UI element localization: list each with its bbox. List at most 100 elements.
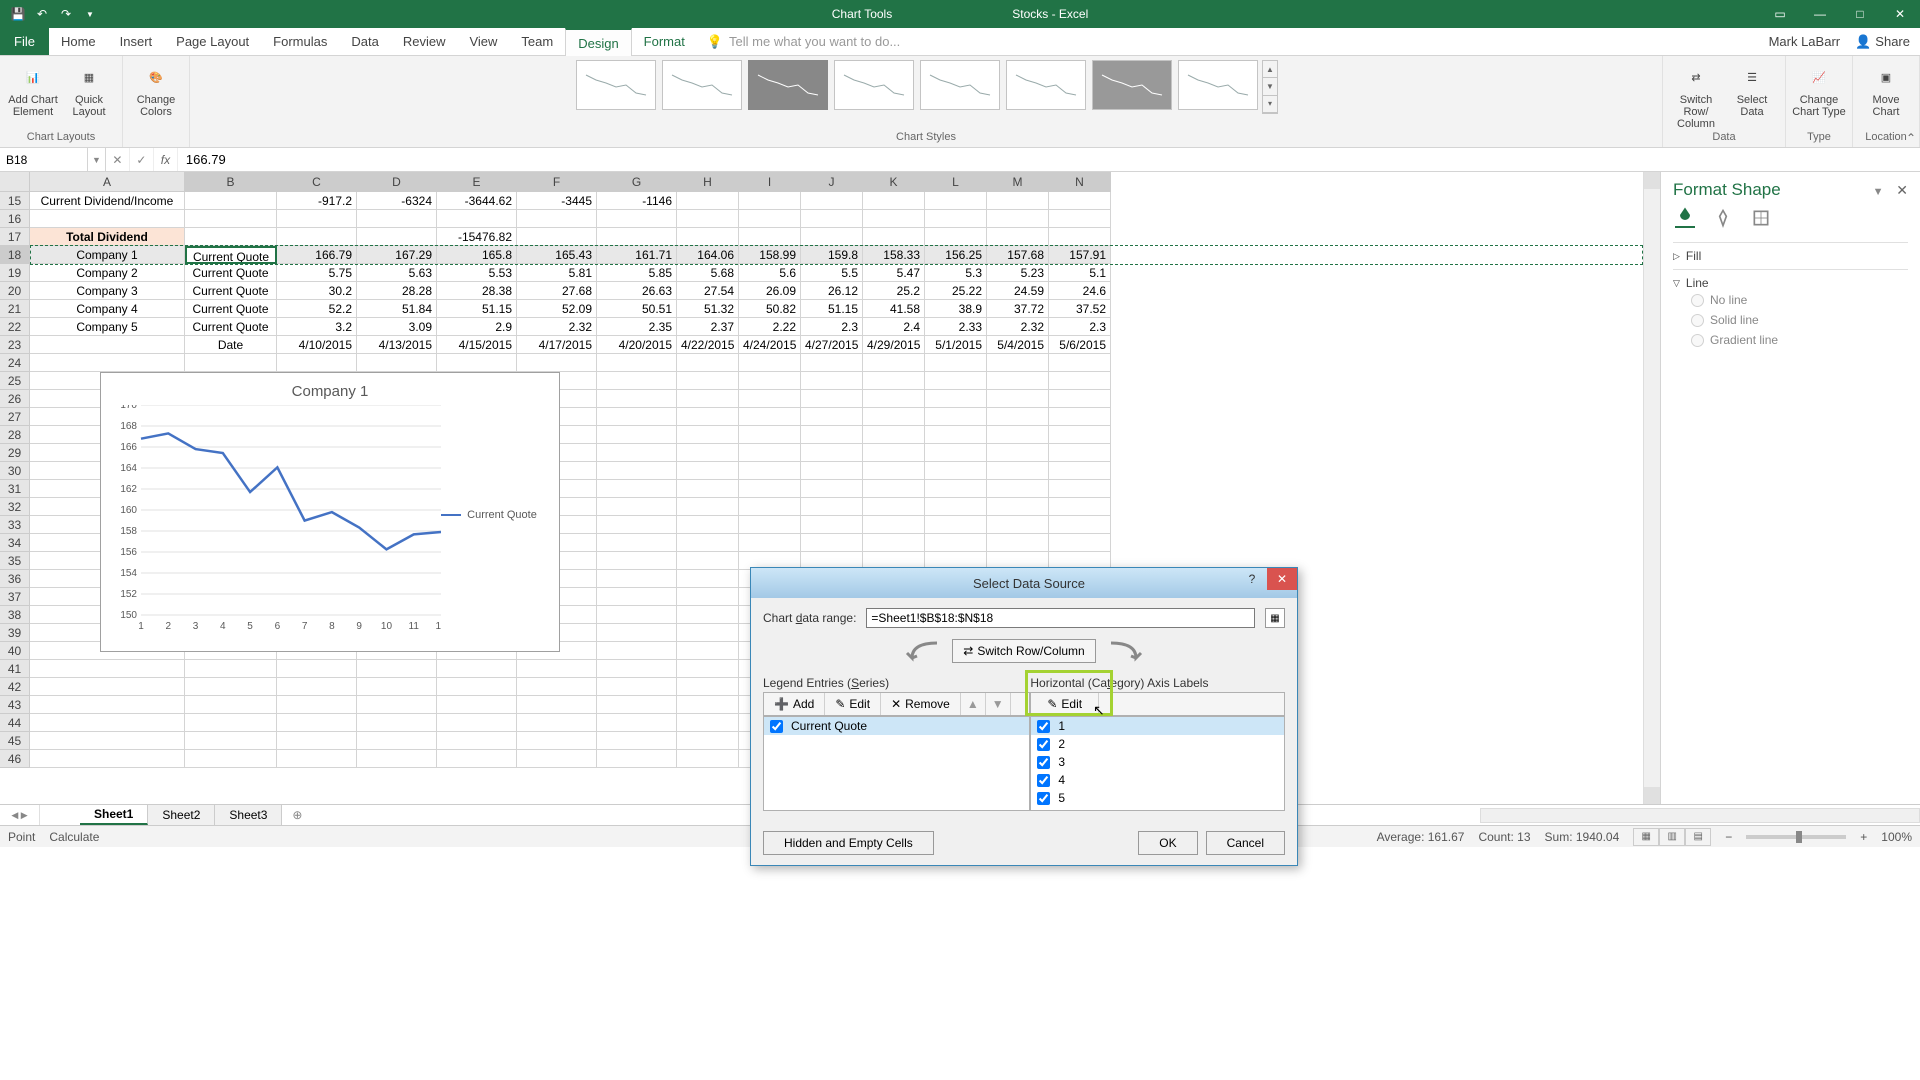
cell[interactable] bbox=[677, 192, 739, 210]
cell[interactable] bbox=[437, 714, 517, 732]
tab-file[interactable]: File bbox=[0, 28, 49, 55]
cell[interactable] bbox=[597, 480, 677, 498]
cell[interactable]: 157.68 bbox=[987, 246, 1049, 264]
cell[interactable]: 157.91 bbox=[1049, 246, 1111, 264]
cell[interactable] bbox=[185, 714, 277, 732]
cell[interactable] bbox=[801, 462, 863, 480]
cell[interactable]: 5/6/2015 bbox=[1049, 336, 1111, 354]
zoom-slider[interactable] bbox=[1746, 835, 1846, 839]
cell[interactable] bbox=[437, 210, 517, 228]
cell[interactable] bbox=[677, 570, 739, 588]
cell[interactable] bbox=[863, 354, 925, 372]
name-box[interactable]: B18 bbox=[0, 148, 88, 171]
cell[interactable]: 37.72 bbox=[987, 300, 1049, 318]
cell[interactable] bbox=[30, 678, 185, 696]
cell[interactable] bbox=[185, 354, 277, 372]
cell[interactable] bbox=[863, 192, 925, 210]
cell[interactable] bbox=[677, 624, 739, 642]
cell[interactable] bbox=[277, 228, 357, 246]
cell[interactable] bbox=[357, 714, 437, 732]
name-box-dropdown-icon[interactable]: ▼ bbox=[88, 148, 106, 171]
cell[interactable] bbox=[863, 426, 925, 444]
cell[interactable]: 164.06 bbox=[677, 246, 739, 264]
cell[interactable] bbox=[185, 750, 277, 768]
cell[interactable]: 4/27/2015 bbox=[801, 336, 863, 354]
cell[interactable] bbox=[185, 678, 277, 696]
cell[interactable] bbox=[185, 732, 277, 750]
cell[interactable] bbox=[597, 570, 677, 588]
cell[interactable]: 5.85 bbox=[597, 264, 677, 282]
hidden-empty-cells-button[interactable]: Hidden and Empty Cells bbox=[763, 831, 934, 855]
row-header-29[interactable]: 29 bbox=[0, 444, 30, 462]
cell[interactable] bbox=[597, 534, 677, 552]
solid-line-radio[interactable]: Solid line bbox=[1673, 310, 1908, 330]
cell[interactable]: -3644.62 bbox=[437, 192, 517, 210]
column-header-N[interactable]: N bbox=[1049, 172, 1111, 192]
cell[interactable] bbox=[925, 498, 987, 516]
formula-input[interactable]: 166.79 bbox=[178, 152, 1920, 167]
row-header-42[interactable]: 42 bbox=[0, 678, 30, 696]
cell[interactable]: 4/13/2015 bbox=[357, 336, 437, 354]
cell[interactable] bbox=[597, 588, 677, 606]
cell[interactable]: Company 1 bbox=[30, 246, 185, 264]
row-header-43[interactable]: 43 bbox=[0, 696, 30, 714]
cell[interactable] bbox=[1049, 390, 1111, 408]
cell[interactable]: 27.54 bbox=[677, 282, 739, 300]
cell[interactable] bbox=[517, 732, 597, 750]
cell[interactable] bbox=[597, 210, 677, 228]
cell[interactable] bbox=[925, 372, 987, 390]
cell[interactable]: 159.8 bbox=[801, 246, 863, 264]
row-header-44[interactable]: 44 bbox=[0, 714, 30, 732]
page-layout-view-icon[interactable]: ▥ bbox=[1659, 828, 1685, 846]
cell[interactable] bbox=[739, 354, 801, 372]
move-down-button[interactable]: ▼ bbox=[986, 693, 1011, 715]
cell[interactable] bbox=[597, 624, 677, 642]
sheet-tab-3[interactable]: Sheet3 bbox=[215, 805, 282, 825]
cell[interactable] bbox=[801, 516, 863, 534]
cell[interactable]: 26.09 bbox=[739, 282, 801, 300]
cell[interactable] bbox=[801, 426, 863, 444]
cell[interactable] bbox=[277, 732, 357, 750]
cell[interactable] bbox=[597, 228, 677, 246]
zoom-out-icon[interactable]: − bbox=[1725, 830, 1732, 844]
cell[interactable]: 2.3 bbox=[1049, 318, 1111, 336]
row-header-31[interactable]: 31 bbox=[0, 480, 30, 498]
chart-style-5[interactable] bbox=[920, 60, 1000, 110]
cell[interactable] bbox=[739, 480, 801, 498]
tab-view[interactable]: View bbox=[457, 28, 509, 55]
cell[interactable] bbox=[987, 516, 1049, 534]
series-list[interactable]: Current Quote bbox=[763, 716, 1030, 811]
cell[interactable] bbox=[597, 714, 677, 732]
cell[interactable]: 2.37 bbox=[677, 318, 739, 336]
cell[interactable] bbox=[863, 228, 925, 246]
cell[interactable] bbox=[677, 714, 739, 732]
cell[interactable] bbox=[677, 390, 739, 408]
cell[interactable] bbox=[30, 354, 185, 372]
cell[interactable] bbox=[739, 516, 801, 534]
cell[interactable]: 156.25 bbox=[925, 246, 987, 264]
cell[interactable] bbox=[739, 444, 801, 462]
cell[interactable] bbox=[597, 444, 677, 462]
category-item[interactable]: 2 bbox=[1031, 735, 1284, 753]
cell[interactable]: 30.2 bbox=[277, 282, 357, 300]
cell[interactable] bbox=[987, 480, 1049, 498]
cell[interactable] bbox=[517, 228, 597, 246]
cell[interactable] bbox=[863, 210, 925, 228]
category-list[interactable]: 12345 bbox=[1030, 716, 1285, 811]
dialog-title-bar[interactable]: Select Data Source ? ✕ bbox=[751, 568, 1297, 598]
cell[interactable]: Current Quote bbox=[185, 246, 277, 264]
row-header-26[interactable]: 26 bbox=[0, 390, 30, 408]
cell[interactable] bbox=[925, 426, 987, 444]
row-header-46[interactable]: 46 bbox=[0, 750, 30, 768]
dialog-close-button[interactable]: ✕ bbox=[1267, 568, 1297, 590]
cell[interactable] bbox=[677, 210, 739, 228]
cell[interactable]: 2.35 bbox=[597, 318, 677, 336]
column-header-J[interactable]: J bbox=[801, 172, 863, 192]
remove-series-button[interactable]: ✕Remove bbox=[881, 693, 961, 715]
cell[interactable] bbox=[987, 228, 1049, 246]
cell[interactable] bbox=[925, 192, 987, 210]
cell[interactable]: 5.23 bbox=[987, 264, 1049, 282]
cell[interactable] bbox=[357, 354, 437, 372]
cell[interactable] bbox=[357, 750, 437, 768]
undo-icon[interactable]: ↶ bbox=[34, 6, 50, 22]
